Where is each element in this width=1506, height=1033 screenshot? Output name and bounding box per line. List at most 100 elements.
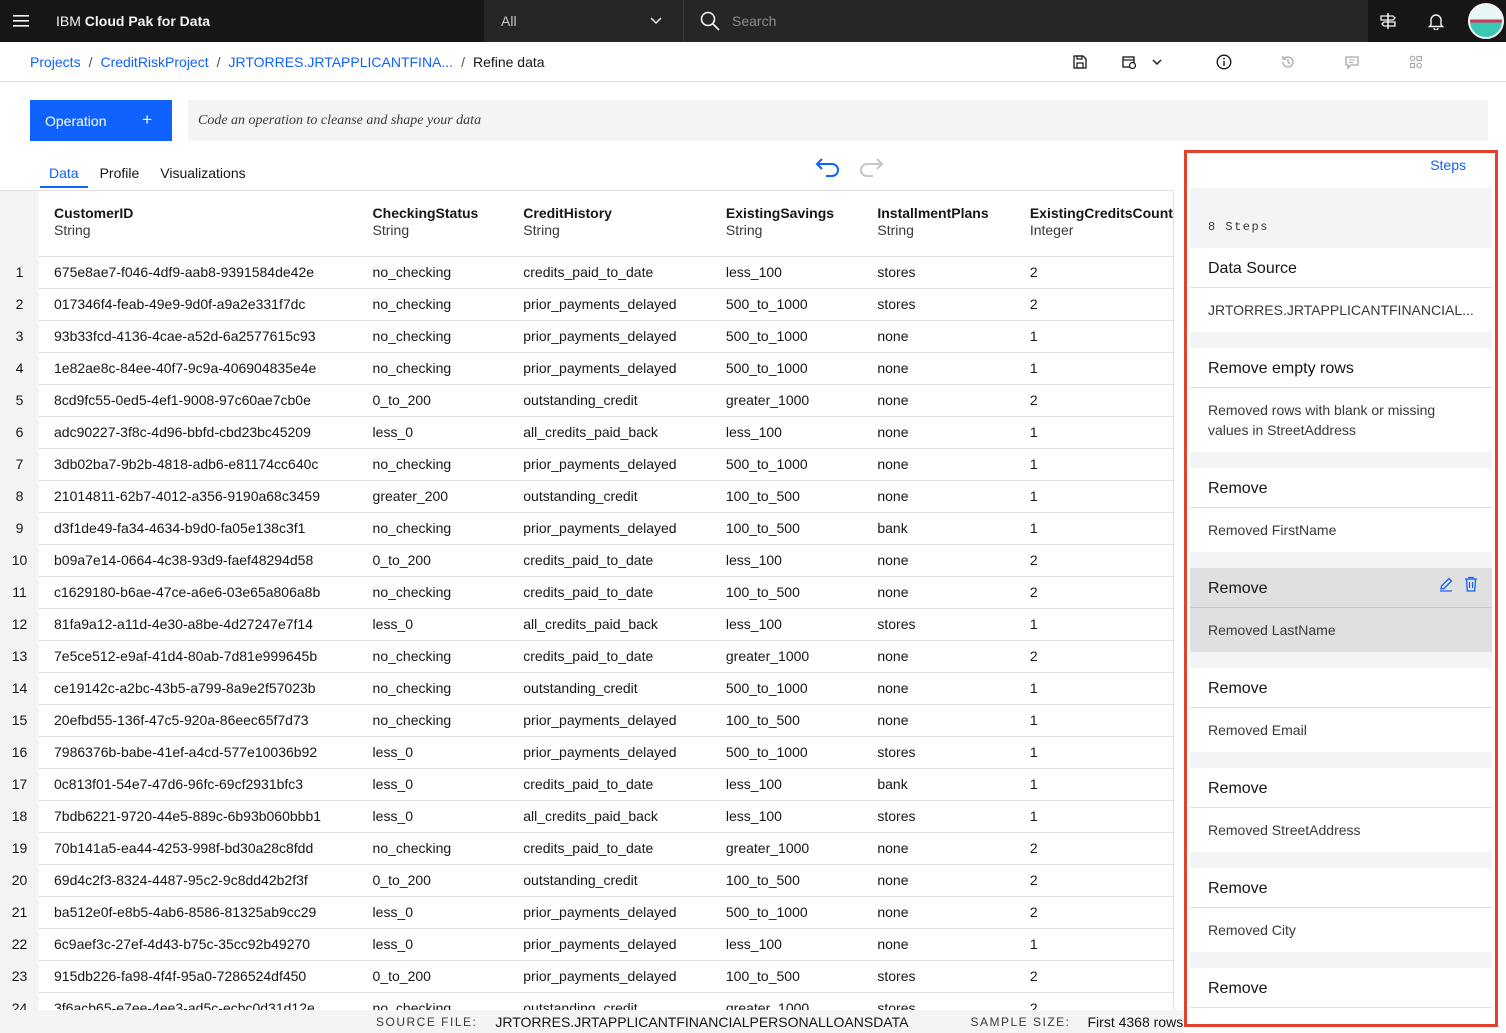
column-header-credithistory[interactable]: CreditHistory String: [508, 191, 711, 257]
table-cell[interactable]: no_checking: [357, 832, 509, 865]
table-cell[interactable]: 8cd9fc55-0ed5-4ef1-9008-97c60ae7cb0e: [39, 384, 358, 417]
table-cell[interactable]: greater_1000: [710, 832, 863, 865]
table-cell[interactable]: prior_payments_delayed: [508, 288, 711, 321]
table-cell[interactable]: no_checking: [357, 256, 509, 289]
column-header-customerid[interactable]: CustomerID String: [39, 191, 358, 257]
table-cell[interactable]: stores: [862, 288, 1015, 321]
table-cell[interactable]: outstanding_credit: [508, 864, 711, 897]
table-cell[interactable]: ce19142c-a2bc-43b5-a799-8a9e2f57023b: [39, 672, 358, 705]
table-cell[interactable]: 81fa9a12-a11d-4e30-a8be-4d27247e7f14: [39, 608, 358, 641]
table-cell[interactable]: 100_to_500: [710, 480, 863, 513]
table-cell[interactable]: all_credits_paid_back: [508, 608, 711, 641]
table-cell[interactable]: 7986376b-babe-41ef-a4cd-577e10036b92: [39, 736, 358, 769]
table-cell[interactable]: 017346f4-feab-49e9-9d0f-a9a2e331f7dc: [39, 288, 358, 321]
history-icon[interactable]: [1256, 42, 1320, 82]
table-cell[interactable]: 1: [1014, 704, 1173, 737]
info-icon[interactable]: [1192, 42, 1256, 82]
column-header-checkingstatus[interactable]: CheckingStatus String: [357, 191, 509, 257]
table-cell[interactable]: less_0: [357, 416, 509, 449]
table-cell[interactable]: credits_paid_to_date: [508, 544, 711, 577]
redo-icon[interactable]: [857, 156, 887, 185]
table-cell[interactable]: less_0: [357, 896, 509, 929]
table-cell[interactable]: greater_200: [357, 480, 509, 513]
table-cell[interactable]: less_100: [710, 416, 863, 449]
search-input[interactable]: [732, 13, 1292, 29]
table-cell[interactable]: 915db226-fa98-4f4f-95a0-7286524df450: [39, 960, 358, 993]
table-cell[interactable]: 1: [1014, 800, 1173, 833]
table-cell[interactable]: stores: [862, 608, 1015, 641]
table-cell[interactable]: 500_to_1000: [710, 448, 863, 481]
table-cell[interactable]: outstanding_credit: [508, 992, 711, 1010]
table-cell[interactable]: less_100: [710, 768, 863, 801]
table-cell[interactable]: 100_to_500: [710, 960, 863, 993]
column-header-installmentplans[interactable]: InstallmentPlans String: [862, 191, 1015, 257]
table-cell[interactable]: no_checking: [357, 288, 509, 321]
table-cell[interactable]: d3f1de49-fa34-4634-b9d0-fa05e138c3f1: [39, 512, 358, 545]
table-cell[interactable]: 1: [1014, 480, 1173, 513]
table-cell[interactable]: none: [862, 480, 1015, 513]
table-cell[interactable]: less_100: [710, 928, 863, 961]
operation-button[interactable]: Operation +: [30, 100, 172, 141]
menu-icon[interactable]: [0, 0, 42, 42]
table-cell[interactable]: none: [862, 864, 1015, 897]
table-cell[interactable]: stores: [862, 960, 1015, 993]
table-cell[interactable]: 2: [1014, 832, 1173, 865]
table-cell[interactable]: prior_payments_delayed: [508, 736, 711, 769]
notification-bell-icon[interactable]: [1412, 0, 1460, 42]
table-cell[interactable]: 21014811-62b7-4012-a356-9190a68c3459: [39, 480, 358, 513]
table-cell[interactable]: 0_to_200: [357, 864, 509, 897]
table-cell[interactable]: 2: [1014, 256, 1173, 289]
table-cell[interactable]: 0_to_200: [357, 960, 509, 993]
column-header-existingsavings[interactable]: ExistingSavings String: [710, 191, 863, 257]
table-cell[interactable]: none: [862, 384, 1015, 417]
table-cell[interactable]: 500_to_1000: [710, 288, 863, 321]
table-cell[interactable]: none: [862, 672, 1015, 705]
table-cell[interactable]: 100_to_500: [710, 576, 863, 609]
product-name[interactable]: IBM Cloud Pak for Data: [56, 13, 484, 29]
table-cell[interactable]: 93b33fcd-4136-4cae-a52d-6a2577615c93: [39, 320, 358, 353]
table-cell[interactable]: 500_to_1000: [710, 320, 863, 353]
column-header-existingcreditscount[interactable]: ExistingCreditsCount Integer: [1014, 191, 1173, 257]
tab-profile[interactable]: Profile: [91, 157, 149, 188]
table-cell[interactable]: 1: [1014, 320, 1173, 353]
table-cell[interactable]: stores: [862, 256, 1015, 289]
table-cell[interactable]: stores: [862, 992, 1015, 1010]
table-cell[interactable]: 1: [1014, 416, 1173, 449]
table-cell[interactable]: greater_1000: [710, 992, 863, 1010]
table-cell[interactable]: 500_to_1000: [710, 672, 863, 705]
table-cell[interactable]: all_credits_paid_back: [508, 800, 711, 833]
table-cell[interactable]: less_100: [710, 800, 863, 833]
table-cell[interactable]: none: [862, 448, 1015, 481]
table-cell[interactable]: credits_paid_to_date: [508, 832, 711, 865]
table-cell[interactable]: none: [862, 576, 1015, 609]
table-cell[interactable]: none: [862, 352, 1015, 385]
table-cell[interactable]: 20efbd55-136f-47c5-920a-86eec65f7d73: [39, 704, 358, 737]
table-cell[interactable]: 2: [1014, 544, 1173, 577]
table-cell[interactable]: bank: [862, 768, 1015, 801]
table-cell[interactable]: less_0: [357, 608, 509, 641]
table-cell[interactable]: 675e8ae7-f046-4df9-aab8-9391584de42e: [39, 256, 358, 289]
table-cell[interactable]: no_checking: [357, 448, 509, 481]
breadcrumb-asset[interactable]: JRTORRES.JRTAPPLICANTFINA...: [229, 54, 454, 70]
table-cell[interactable]: all_credits_paid_back: [508, 416, 711, 449]
table-cell[interactable]: prior_payments_delayed: [508, 896, 711, 929]
table-cell[interactable]: 1: [1014, 352, 1173, 385]
table-cell[interactable]: prior_payments_delayed: [508, 960, 711, 993]
table-cell[interactable]: prior_payments_delayed: [508, 704, 711, 737]
table-cell[interactable]: outstanding_credit: [508, 480, 711, 513]
table-cell[interactable]: adc90227-3f8c-4d96-bbfd-cbd23bc45209: [39, 416, 358, 449]
table-cell[interactable]: 3f6acb65-e7ee-4ee3-ad5c-ecbc0d31d12e: [39, 992, 358, 1010]
table-cell[interactable]: none: [862, 704, 1015, 737]
breadcrumb-projects[interactable]: Projects: [30, 54, 81, 70]
table-cell[interactable]: stores: [862, 800, 1015, 833]
table-cell[interactable]: 0_to_200: [357, 544, 509, 577]
table-cell[interactable]: none: [862, 416, 1015, 449]
table-cell[interactable]: 1: [1014, 448, 1173, 481]
breadcrumb-project[interactable]: CreditRiskProject: [100, 54, 208, 70]
table-cell[interactable]: less_100: [710, 544, 863, 577]
table-cell[interactable]: no_checking: [357, 512, 509, 545]
table-cell[interactable]: 500_to_1000: [710, 736, 863, 769]
table-cell[interactable]: no_checking: [357, 640, 509, 673]
job-schedule-dropdown[interactable]: [1112, 42, 1172, 82]
signpost-icon[interactable]: [1364, 0, 1412, 42]
